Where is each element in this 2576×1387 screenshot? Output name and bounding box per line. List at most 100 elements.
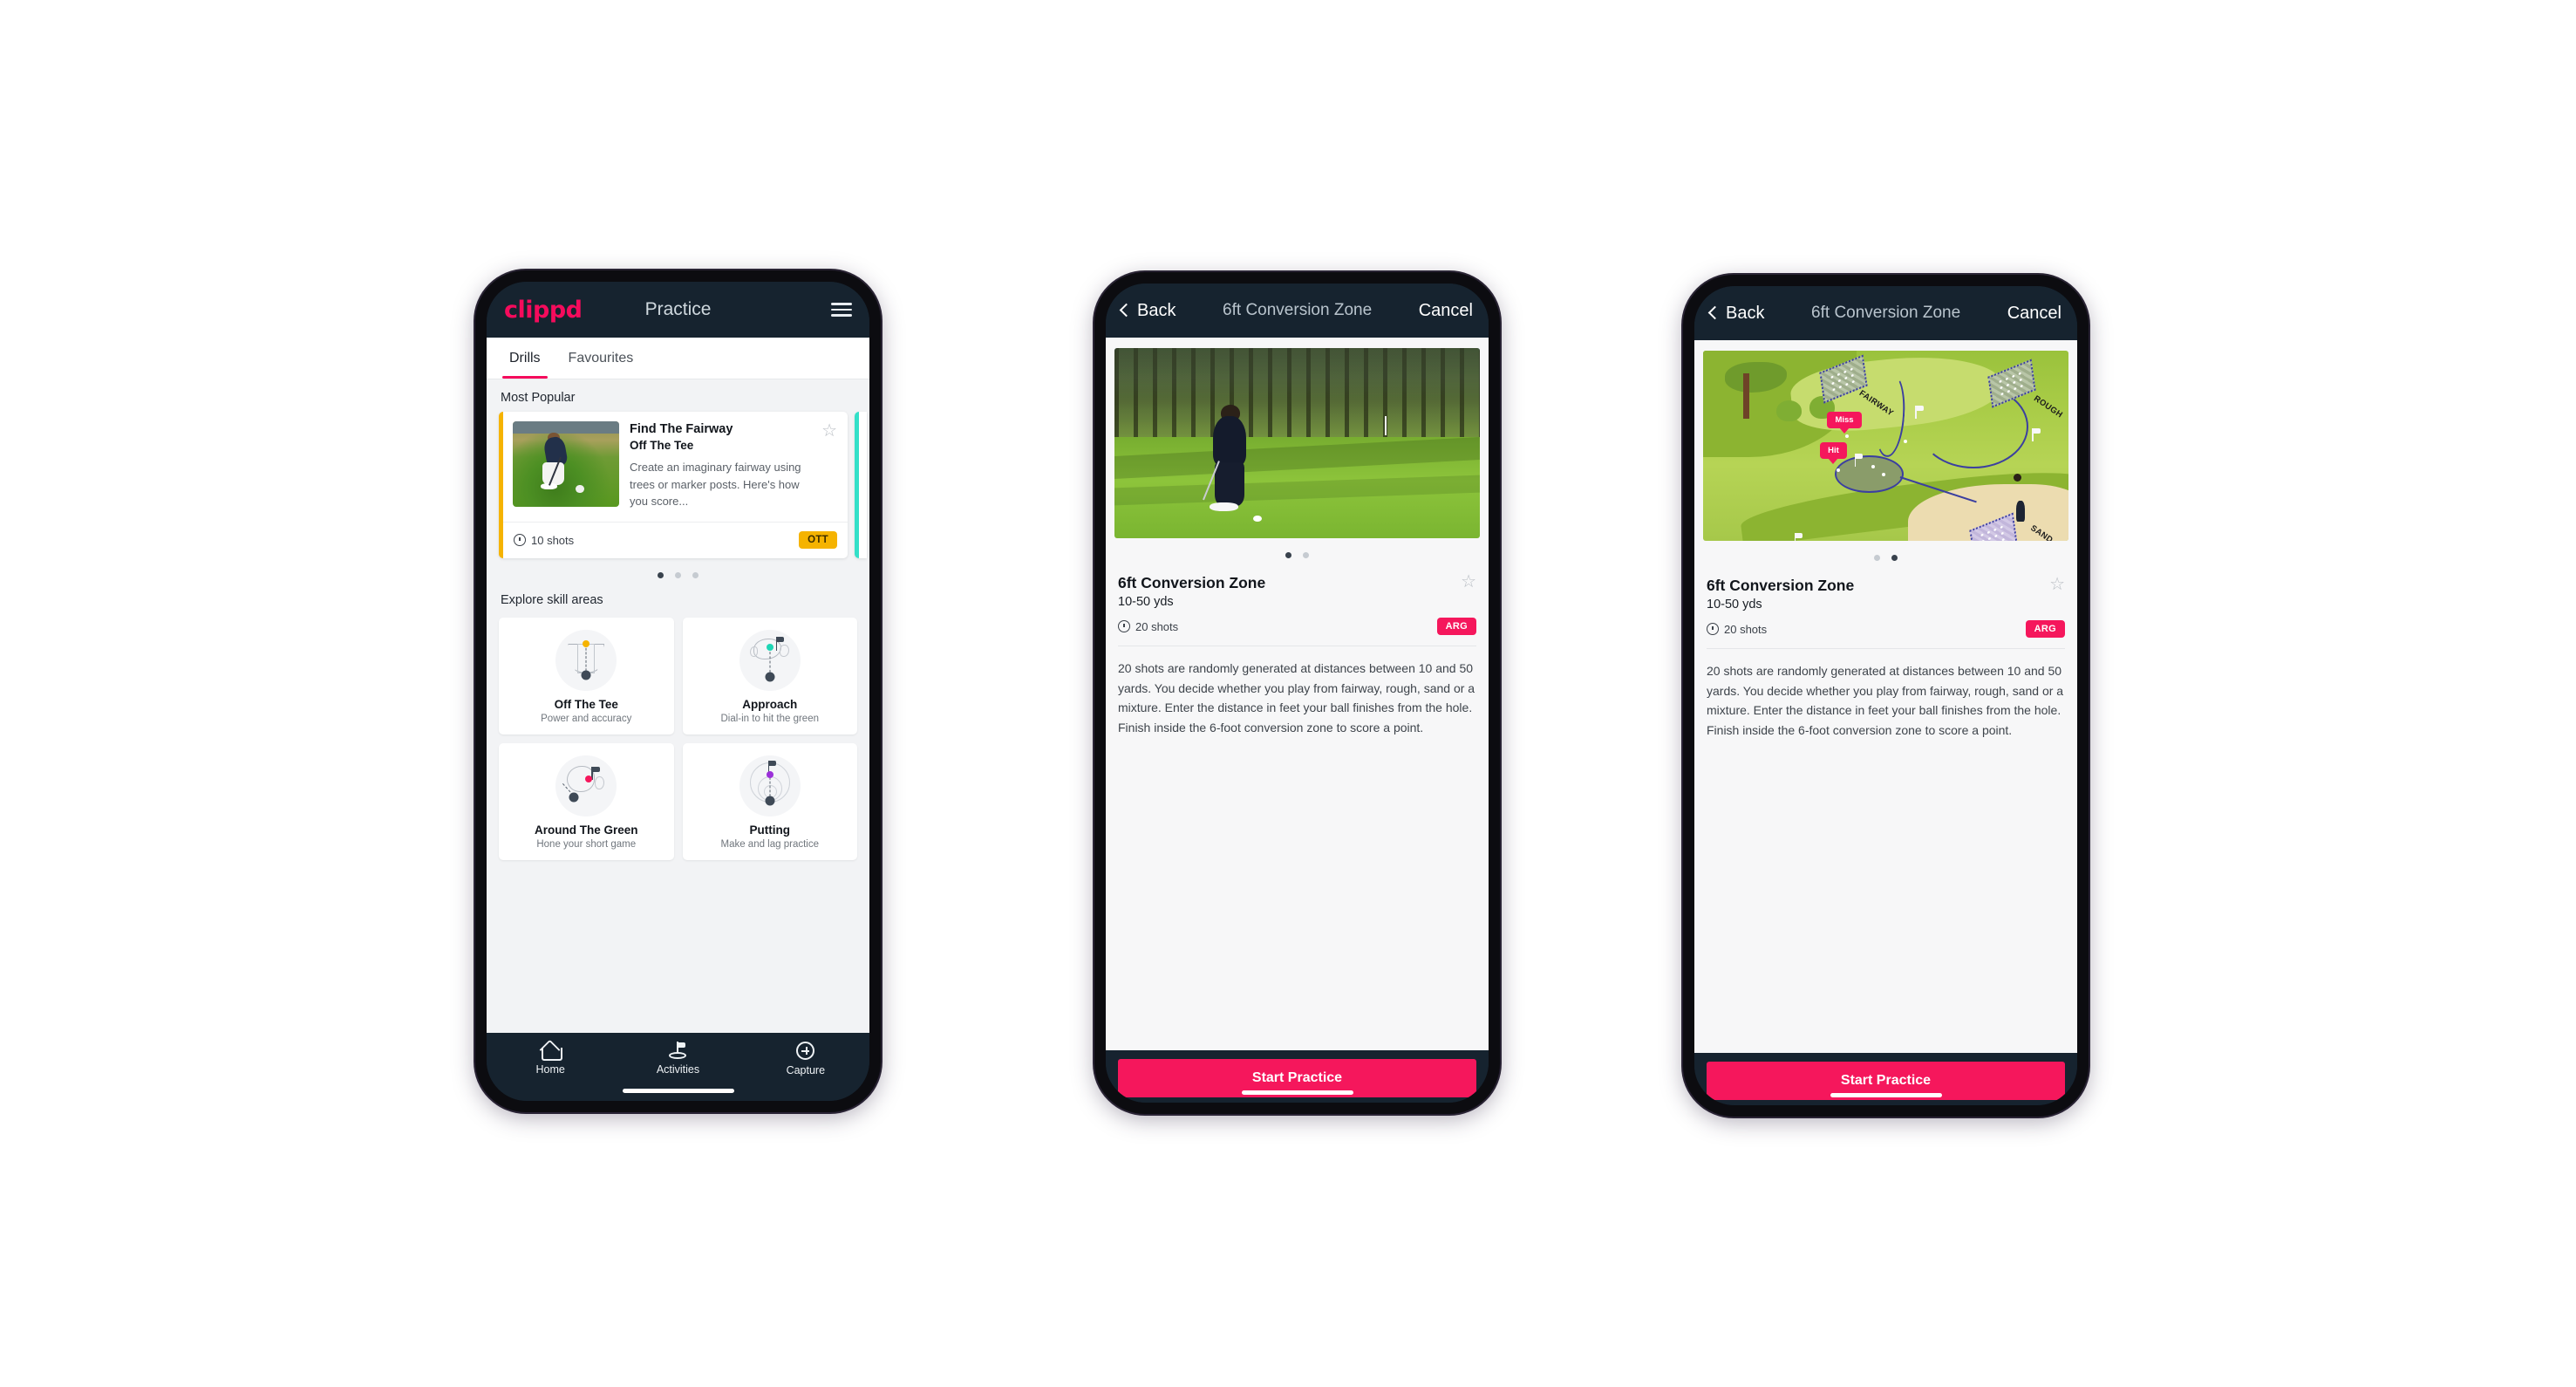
shots-label: 20 shots (1135, 619, 1179, 633)
tab-favourites[interactable]: Favourites (555, 338, 648, 379)
cancel-button[interactable]: Cancel (1419, 301, 1473, 321)
skill-card-approach[interactable]: Approach Dial-in to hit the green (682, 617, 857, 734)
media-carousel-dots (1106, 538, 1489, 562)
star-outline-icon[interactable]: ☆ (2049, 576, 2065, 593)
practice-content: Most Popular Find The Fairway Off The Te… (487, 379, 869, 1033)
media-dot-2[interactable] (1303, 552, 1309, 558)
drill-card-top: Find The Fairway Off The Tee Create an i… (503, 412, 848, 522)
off-the-tee-icon (555, 629, 617, 691)
phone-mockup-drill-detail-photo: Back 6ft Conversion Zone Cancel 6ft Conv… (1094, 272, 1500, 1114)
phone-mockup-practice-list: clippd Practice Drills Favourites Most P… (475, 270, 881, 1112)
phone-mockup-drill-detail-diagram: Back 6ft Conversion Zone Cancel FAIRWAY … (1683, 275, 2089, 1117)
phone1-screen: clippd Practice Drills Favourites Most P… (487, 282, 869, 1101)
back-label: Back (1137, 300, 1176, 320)
next-drill-card-peek[interactable] (855, 412, 867, 558)
carousel-dot-2[interactable] (675, 571, 681, 578)
shots-label: 20 shots (1724, 622, 1768, 636)
back-button[interactable]: Back (1119, 300, 1176, 321)
home-icon (541, 1042, 563, 1061)
hamburger-icon[interactable] (831, 303, 852, 317)
drill-card[interactable]: Find The Fairway Off The Tee Create an i… (499, 412, 848, 558)
home-indicator (622, 1089, 734, 1093)
bottom-navigation: Home Activities Capture (487, 1033, 869, 1101)
miss-bubble: Miss (1827, 411, 1862, 428)
carousel-dots (487, 558, 869, 582)
skill-name: Putting (749, 823, 791, 837)
around-the-green-icon (555, 755, 617, 816)
most-popular-carousel[interactable]: Find The Fairway Off The Tee Create an i… (487, 412, 869, 558)
most-popular-heading: Most Popular (501, 391, 576, 405)
star-outline-icon[interactable]: ☆ (1461, 573, 1476, 591)
nav-item-capture[interactable]: Capture (769, 1042, 842, 1076)
drill-subtitle: Off The Tee (630, 439, 694, 453)
media-dot-2[interactable] (1891, 555, 1898, 561)
phone3-screen: Back 6ft Conversion Zone Cancel FAIRWAY … (1694, 286, 2077, 1105)
clippd-logo[interactable]: clippd (504, 297, 583, 324)
skill-tag-badge: ARG (1436, 618, 1476, 635)
hit-bubble: Hit (1820, 441, 1847, 459)
golfer-figure (2015, 501, 2025, 523)
skill-subtitle: Hone your short game (536, 838, 637, 850)
drill-title: Find The Fairway (630, 422, 733, 436)
drill-diagram: FAIRWAY ROUGH SAND Miss Hit (1703, 351, 2068, 541)
drill-meta-row: 20 shots ARG (1707, 620, 2065, 638)
drill-detail-title: 6ft Conversion Zone (1707, 577, 1855, 594)
shots-label: 10 shots (531, 533, 575, 547)
hamburger-bar (831, 314, 852, 317)
carousel-dot-1[interactable] (658, 571, 664, 578)
nav-item-home[interactable]: Home (514, 1042, 587, 1076)
detail-navbar: Back 6ft Conversion Zone Cancel (1694, 286, 2077, 340)
screenshot-stage: clippd Practice Drills Favourites Most P… (0, 0, 2576, 1387)
skill-areas-grid: Off The Tee Power and accuracy Approach … (487, 614, 869, 871)
drill-meta-row: 20 shots ARG (1118, 618, 1476, 635)
drill-thumbnail (513, 421, 619, 507)
drill-description: 20 shots are randomly generated at dista… (1118, 661, 1475, 735)
divider (1707, 648, 2065, 649)
drill-description: 20 shots are randomly generated at dista… (1707, 664, 2064, 738)
back-button[interactable]: Back (1707, 303, 1765, 324)
clock-icon (1707, 623, 1719, 635)
drill-description: Create an imaginary fairway using trees … (630, 461, 801, 509)
chevron-left-icon (1707, 305, 1722, 320)
plus-circle-icon (796, 1042, 815, 1060)
media-dot-1[interactable] (1874, 555, 1880, 561)
home-indicator (1830, 1093, 1942, 1097)
drill-info: Find The Fairway Off The Tee Create an i… (630, 421, 837, 510)
phone2-screen: Back 6ft Conversion Zone Cancel 6ft Conv… (1106, 284, 1489, 1103)
skill-subtitle: Dial-in to hit the green (720, 713, 819, 724)
skill-card-off-the-tee[interactable]: Off The Tee Power and accuracy (499, 617, 674, 734)
skill-tag-badge: OTT (799, 531, 837, 550)
app-header: clippd Practice (487, 282, 869, 338)
media-carousel-dots (1694, 541, 2077, 564)
skill-card-putting[interactable]: Putting Make and lag practice (682, 742, 857, 860)
skill-name: Approach (742, 697, 798, 711)
nav-label: Activities (656, 1063, 700, 1076)
drill-detail-header: 6ft Conversion Zone 10-50 yds ☆ 20 shots… (1106, 562, 1489, 646)
cta-area: Start Practice (1106, 1050, 1489, 1103)
shots-count: 20 shots (1707, 623, 1767, 636)
drill-card-footer: 10 shots OTT (503, 521, 848, 558)
detail-content: FAIRWAY ROUGH SAND Miss Hit 6ft Conversi… (1694, 340, 2077, 1053)
star-outline-icon[interactable]: ☆ (821, 422, 837, 440)
skill-name: Off The Tee (554, 697, 618, 711)
back-label: Back (1726, 303, 1765, 323)
skill-card-around-the-green[interactable]: Around The Green Hone your short game (499, 742, 674, 860)
carousel-dot-3[interactable] (692, 571, 699, 578)
nav-label: Capture (786, 1064, 826, 1076)
media-area[interactable] (1106, 338, 1489, 538)
shots-count: 20 shots (1118, 620, 1178, 633)
drill-detail-title: 6ft Conversion Zone (1118, 574, 1266, 591)
nav-label: Home (535, 1063, 565, 1076)
cancel-button[interactable]: Cancel (2007, 304, 2061, 324)
golf-flag-icon (668, 1042, 687, 1059)
nav-item-activities[interactable]: Activities (641, 1042, 714, 1076)
tab-drills[interactable]: Drills (495, 338, 555, 379)
golfer-figure (2013, 474, 2021, 482)
hamburger-bar (831, 308, 852, 311)
skill-name: Around The Green (534, 823, 638, 837)
tab-bar: Drills Favourites (487, 338, 869, 379)
media-dot-1[interactable] (1285, 552, 1291, 558)
media-area[interactable]: FAIRWAY ROUGH SAND Miss Hit (1694, 340, 2077, 541)
approach-icon (739, 629, 801, 691)
home-indicator (1241, 1090, 1353, 1095)
